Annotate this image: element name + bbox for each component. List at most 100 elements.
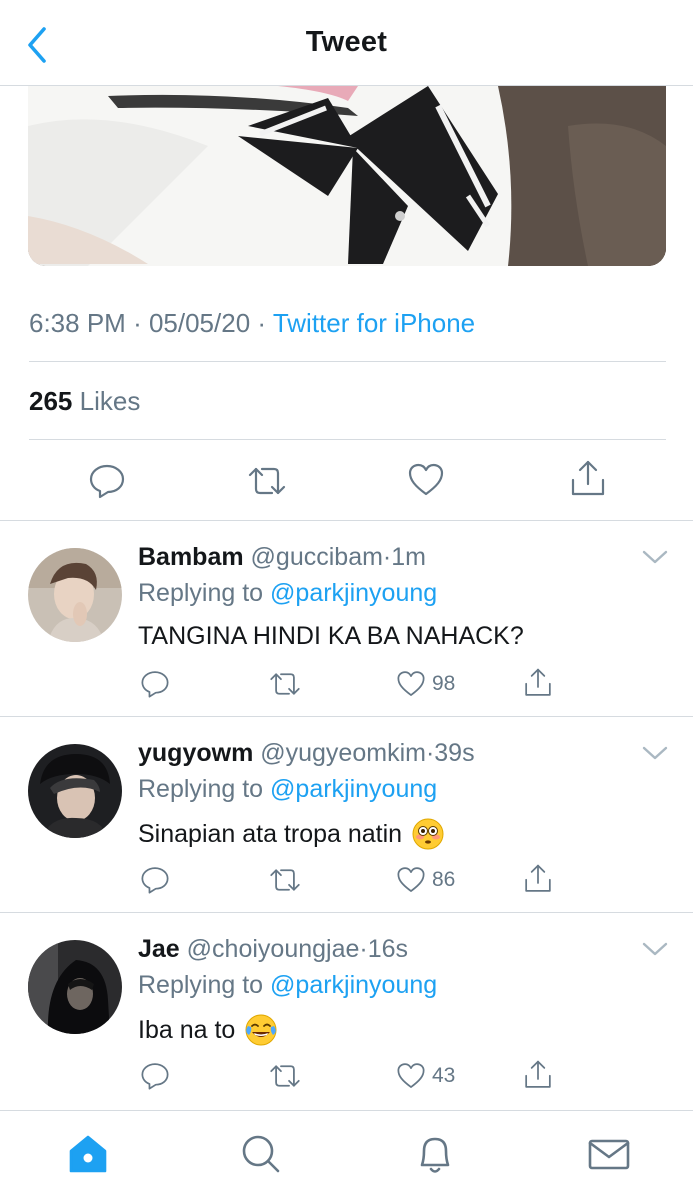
tweet-photo[interactable] bbox=[28, 86, 666, 266]
chevron-down-icon bbox=[642, 942, 668, 956]
tweet-date: 05/05/20 bbox=[148, 308, 251, 338]
like-button[interactable]: 86 bbox=[396, 865, 455, 895]
retweet-button[interactable] bbox=[268, 865, 302, 895]
avatar[interactable] bbox=[28, 548, 122, 642]
likes-count: 265 bbox=[29, 386, 73, 416]
avatar-image bbox=[28, 940, 122, 1034]
reply-text-content: Sinapian ata tropa natin bbox=[138, 819, 403, 848]
header-separator: · bbox=[382, 543, 392, 571]
reply-button[interactable] bbox=[140, 669, 170, 699]
mention-link[interactable]: @parkjinyoung bbox=[270, 971, 437, 999]
likes-label: Likes bbox=[79, 386, 141, 416]
share-button[interactable] bbox=[569, 460, 607, 498]
replying-to: Replying to @parkjinyoung bbox=[138, 775, 437, 804]
meta-separator: · bbox=[133, 308, 149, 338]
notifications-icon bbox=[420, 1137, 450, 1173]
tweet-options-button[interactable] bbox=[640, 743, 670, 763]
reply-tweet[interactable]: Bambam @guccibam·1m Replying to @parkjin… bbox=[0, 520, 693, 716]
reply-author-name[interactable]: Jae bbox=[138, 935, 180, 963]
reply-header: yugyowm @yugyeomkim·39s bbox=[138, 739, 475, 768]
retweet-icon bbox=[248, 467, 286, 495]
replying-label: Replying to bbox=[138, 775, 264, 803]
reply-time: 16s bbox=[367, 935, 409, 963]
comment-icon bbox=[141, 867, 169, 894]
reply-handle[interactable]: @yugyeomkim bbox=[260, 739, 426, 767]
retweet-icon bbox=[270, 673, 300, 695]
reply-tweet[interactable]: Jae @choiyoungjae·16s Replying to @parkj… bbox=[0, 912, 693, 1108]
top-nav-bar: Tweet bbox=[0, 0, 693, 86]
retweet-button[interactable] bbox=[246, 463, 288, 499]
reply-button[interactable] bbox=[140, 1061, 170, 1091]
reply-text: Iba na to bbox=[138, 1014, 277, 1046]
photo-image bbox=[28, 86, 666, 266]
retweet-icon bbox=[270, 869, 300, 891]
replying-to: Replying to @parkjinyoung bbox=[138, 579, 437, 608]
reply-handle[interactable]: @guccibam bbox=[251, 543, 383, 571]
avatar-image bbox=[28, 744, 122, 838]
comment-icon bbox=[89, 464, 125, 499]
reply-text: Sinapian ata tropa natin bbox=[138, 818, 444, 850]
reply-text-content: TANGINA HINDI KA BA NAHACK? bbox=[138, 622, 524, 650]
reply-tweet[interactable]: yugyowm @yugyeomkim·39s Replying to @par… bbox=[0, 716, 693, 912]
likes-stat[interactable]: 265 Likes bbox=[29, 386, 140, 417]
messages-icon bbox=[588, 1139, 630, 1170]
like-count: 86 bbox=[432, 868, 456, 891]
tab-home[interactable] bbox=[63, 1129, 113, 1179]
meta-separator: · bbox=[257, 308, 273, 338]
comment-icon bbox=[141, 671, 169, 698]
retweet-button[interactable] bbox=[268, 669, 302, 699]
reply-time: 39s bbox=[434, 739, 475, 767]
reply-handle[interactable]: @choiyoungjae bbox=[187, 935, 360, 963]
reply-button[interactable] bbox=[140, 865, 170, 895]
reply-text-content: Iba na to bbox=[138, 1015, 236, 1044]
reply-header: Jae @choiyoungjae·16s bbox=[138, 935, 408, 964]
like-button[interactable]: 98 bbox=[396, 669, 455, 699]
tweet-options-button[interactable] bbox=[640, 939, 670, 959]
tweet-options-button[interactable] bbox=[640, 547, 670, 567]
heart-icon bbox=[397, 1063, 425, 1088]
share-button[interactable] bbox=[523, 667, 553, 699]
tab-notifications[interactable] bbox=[410, 1129, 460, 1179]
like-count: 98 bbox=[432, 672, 456, 695]
tweet-source-link[interactable]: Twitter for iPhone bbox=[273, 308, 475, 338]
share-button[interactable] bbox=[523, 863, 553, 895]
divider bbox=[29, 361, 666, 362]
replying-label: Replying to bbox=[138, 579, 264, 607]
like-count: 43 bbox=[432, 1064, 456, 1087]
share-icon bbox=[525, 668, 551, 696]
page-title: Tweet bbox=[305, 26, 388, 58]
avatar[interactable] bbox=[28, 940, 122, 1034]
search-icon bbox=[242, 1135, 280, 1173]
reply-header: Bambam @guccibam·1m bbox=[138, 543, 426, 572]
tweet-meta: 6:38 PM · 05/05/20 · Twitter for iPhone bbox=[29, 308, 475, 339]
tab-messages[interactable] bbox=[584, 1129, 634, 1179]
reply-button[interactable] bbox=[88, 463, 126, 499]
share-icon bbox=[525, 1060, 551, 1088]
share-icon bbox=[525, 864, 551, 892]
face-with-tears-of-joy-emoji bbox=[245, 1014, 277, 1046]
divider bbox=[29, 439, 666, 440]
like-button[interactable] bbox=[407, 462, 445, 498]
replying-label: Replying to bbox=[138, 971, 264, 999]
retweet-icon bbox=[270, 1065, 300, 1087]
mention-link[interactable]: @parkjinyoung bbox=[270, 775, 437, 803]
reply-author-name[interactable]: Bambam bbox=[138, 543, 244, 571]
avatar[interactable] bbox=[28, 744, 122, 838]
mention-link[interactable]: @parkjinyoung bbox=[270, 579, 437, 607]
share-button[interactable] bbox=[523, 1059, 553, 1091]
like-button[interactable]: 43 bbox=[396, 1061, 455, 1091]
tab-search[interactable] bbox=[236, 1129, 286, 1179]
retweet-button[interactable] bbox=[268, 1061, 302, 1091]
tweet-time: 6:38 PM bbox=[29, 308, 126, 338]
share-icon bbox=[571, 460, 605, 496]
heart-icon bbox=[408, 463, 444, 496]
chevron-down-icon bbox=[642, 550, 668, 564]
reply-time: 1m bbox=[391, 543, 426, 571]
avatar-image bbox=[28, 548, 122, 642]
chevron-down-icon bbox=[642, 746, 668, 760]
heart-icon bbox=[397, 867, 425, 892]
reply-author-name[interactable]: yugyowm bbox=[138, 739, 253, 767]
flushed-face-emoji bbox=[412, 818, 444, 850]
replying-to: Replying to @parkjinyoung bbox=[138, 971, 437, 1000]
heart-icon bbox=[397, 671, 425, 696]
